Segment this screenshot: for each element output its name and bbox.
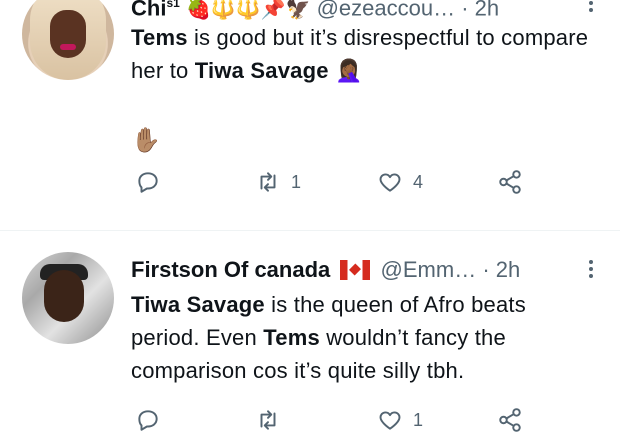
timestamp[interactable]: 2h xyxy=(496,257,520,282)
avatar-face xyxy=(44,270,84,322)
tweet-text: Tems is good but it’s disrespectful to c… xyxy=(131,21,591,87)
tweet-text: Tiwa Savage is the queen of Afro beats p… xyxy=(131,288,591,387)
heart-icon xyxy=(379,173,401,192)
canada-flag-icon xyxy=(340,260,371,280)
retweet-icon xyxy=(260,410,276,430)
share-icon xyxy=(499,408,521,432)
like-count: 1 xyxy=(413,409,424,430)
reply-icon xyxy=(138,410,158,431)
retweet-button[interactable]: 1 xyxy=(255,168,301,196)
reply-button[interactable] xyxy=(135,406,171,434)
more-options-icon[interactable] xyxy=(588,0,594,14)
mention-tiwa-savage: Tiwa Savage xyxy=(131,292,265,317)
handle[interactable]: @ezeaccou… xyxy=(317,0,456,20)
separator-dot: · xyxy=(461,0,469,21)
tweet[interactable]: Firstson Of canada @Emm… · 2h Tiwa Savag… xyxy=(0,240,620,440)
share-button[interactable] xyxy=(497,406,533,434)
timestamp[interactable]: 2h xyxy=(475,0,499,20)
handle[interactable]: @Emm… xyxy=(381,257,477,282)
name-emojis: 🍓🔱🔱📌🦅 xyxy=(185,0,311,21)
more-options-icon[interactable] xyxy=(588,260,594,280)
display-name[interactable]: Firstson Of canada xyxy=(131,257,330,282)
like-count: 4 xyxy=(413,171,424,192)
mention-tems: Tems xyxy=(131,25,188,50)
tweet-header: Chis1 🍓🔱🔱📌🦅 @ezeaccou… · 2h xyxy=(131,0,601,21)
facepalm-emoji: 🤦🏾‍♀️ xyxy=(328,58,363,83)
divider xyxy=(0,230,620,231)
avatar[interactable] xyxy=(22,252,114,344)
name-superscript: s1 xyxy=(166,0,180,10)
tweet-actions: 1 xyxy=(131,406,551,434)
share-icon xyxy=(499,170,521,194)
tweet-header: Firstson Of canada @Emm… · 2h xyxy=(131,255,601,285)
like-button[interactable]: 4 xyxy=(377,168,423,196)
reply-button[interactable] xyxy=(135,168,171,196)
avatar-face xyxy=(50,10,86,58)
share-button[interactable] xyxy=(497,168,533,196)
heart-icon xyxy=(379,411,401,430)
tweet-actions: 1 4 xyxy=(131,168,551,196)
like-button[interactable]: 1 xyxy=(377,406,423,434)
separator-dot: · xyxy=(482,257,490,282)
retweet-count: 1 xyxy=(291,171,302,192)
tweet[interactable]: Chis1 🍓🔱🔱📌🦅 @ezeaccou… · 2h Tems is good… xyxy=(0,0,620,224)
mention-tiwa-savage: Tiwa Savage xyxy=(194,58,329,83)
mention-tems: Tems xyxy=(263,325,320,350)
retweet-button[interactable] xyxy=(255,406,291,434)
avatar[interactable] xyxy=(22,0,114,80)
retweet-icon xyxy=(260,172,276,192)
reply-icon xyxy=(138,172,158,193)
display-name[interactable]: Chi xyxy=(131,0,166,20)
raised-hand-emoji: ✋🏽 xyxy=(131,127,161,154)
avatar-lips xyxy=(60,44,76,50)
